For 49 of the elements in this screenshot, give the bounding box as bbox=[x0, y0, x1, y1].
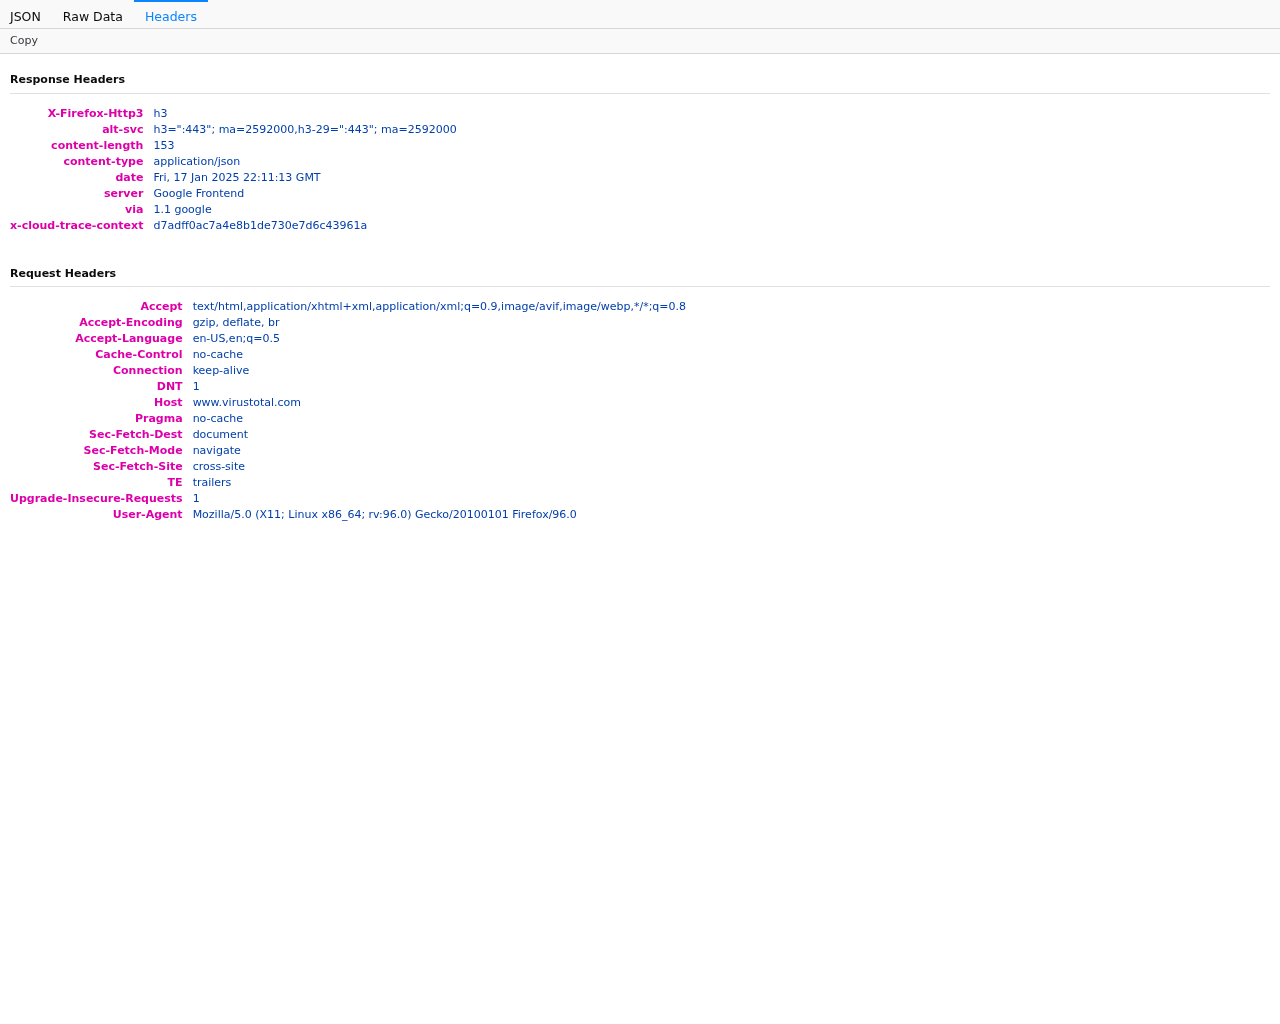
header-name: Sec-Fetch-Dest bbox=[89, 428, 183, 441]
header-name: Pragma bbox=[134, 412, 183, 425]
header-name: x-cloud-trace-context bbox=[10, 218, 144, 232]
header-name: Accept-Language bbox=[75, 332, 183, 345]
header-value: keep-alive bbox=[192, 364, 250, 377]
header-value: d7adff0ac7a4e8b1de730e7d6c43961a bbox=[153, 218, 368, 232]
header-name: server bbox=[103, 186, 144, 200]
tab[interactable]: JSON bbox=[0, 0, 52, 28]
header-value: text/html,application/xhtml+xml,application/xml;q=0.9,image/avif,image/webp,*/*;q=0.8 bbox=[192, 300, 687, 313]
header-name: User-Agent bbox=[112, 508, 183, 521]
header-name: Sec-Fetch-Mode bbox=[83, 444, 183, 457]
header-name: content-length bbox=[51, 138, 144, 152]
header-name: Accept bbox=[140, 300, 183, 313]
header-value: Fri, 17 Jan 2025 22:11:13 GMT bbox=[153, 170, 321, 184]
header-value: 1.1 google bbox=[153, 202, 212, 216]
header-name: Sec-Fetch-Site bbox=[93, 460, 183, 473]
header-name: TE bbox=[167, 476, 183, 489]
header-name: Connection bbox=[112, 364, 183, 377]
header-value: en-US,en;q=0.5 bbox=[192, 332, 280, 345]
header-name: content-type bbox=[63, 154, 144, 168]
header-value: www.virustotal.com bbox=[192, 396, 302, 409]
header-value: gzip, deflate, br bbox=[192, 316, 280, 329]
header-name: date bbox=[115, 170, 144, 184]
header-value: 1 bbox=[192, 380, 200, 393]
header-name: X-Firefox-Http3 bbox=[47, 106, 144, 120]
header-value: document bbox=[192, 428, 249, 441]
header-name: Upgrade-Insecure-Requests bbox=[10, 492, 183, 505]
header-value: application/json bbox=[153, 154, 241, 168]
section-title: Request Headers bbox=[10, 247, 1270, 287]
header-value: cross-site bbox=[192, 460, 245, 473]
header-value: 153 bbox=[153, 138, 175, 152]
header-name: Host bbox=[154, 396, 183, 409]
section-title: Response Headers bbox=[10, 54, 1270, 94]
tab[interactable]: Raw Data bbox=[51, 0, 134, 28]
header-name: Cache-Control bbox=[95, 348, 183, 361]
header-value: Mozilla/5.0 (X11; Linux x86_64; rv:96.0) Gecko/20100101 Firefox/96.0 bbox=[192, 508, 577, 521]
header-name: DNT bbox=[156, 380, 183, 393]
header-value: Google Frontend bbox=[153, 186, 245, 200]
copy-button[interactable]: Copy bbox=[4, 30, 44, 52]
header-name: via bbox=[125, 202, 144, 216]
header-value: no-cache bbox=[192, 412, 244, 425]
header-value: trailers bbox=[192, 476, 232, 489]
header-value: 1 bbox=[192, 492, 200, 505]
header-value: no-cache bbox=[192, 348, 244, 361]
header-value: navigate bbox=[192, 444, 241, 457]
header-name: alt-svc bbox=[102, 122, 144, 136]
header-value: h3 bbox=[153, 106, 168, 120]
header-name: Accept-Encoding bbox=[79, 316, 183, 329]
header-value: h3=":443"; ma=2592000,h3-29=":443"; ma=2592000 bbox=[153, 122, 457, 136]
